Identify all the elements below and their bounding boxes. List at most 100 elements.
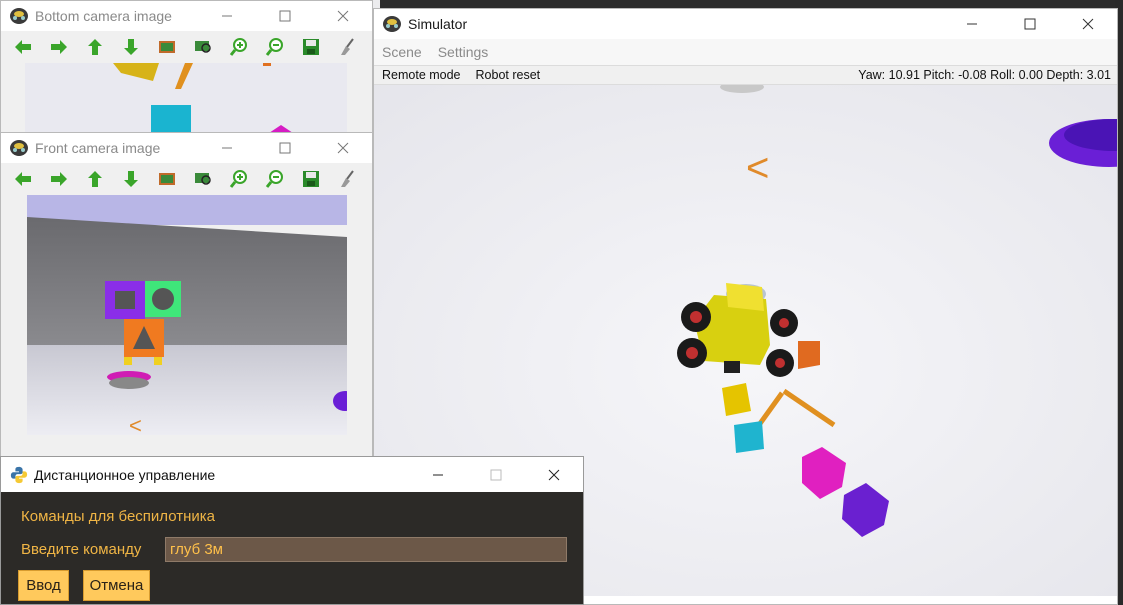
- maximize-icon: [279, 142, 291, 154]
- cancel-button[interactable]: Отмена: [83, 570, 150, 601]
- minimize-button[interactable]: [198, 133, 256, 163]
- clear-button[interactable]: [329, 164, 365, 194]
- orange-cube: [798, 341, 820, 369]
- drone-app-icon: [10, 140, 28, 156]
- zoom-out-button[interactable]: [257, 164, 293, 194]
- remote-control-dialog: Дистанционное управление Команды для бес…: [0, 456, 584, 605]
- remote-mode-button[interactable]: Remote mode: [382, 68, 461, 82]
- arrow-right-icon: [51, 40, 67, 54]
- pan-left-button[interactable]: [5, 32, 41, 62]
- window-title: Front camera image: [35, 140, 161, 156]
- close-button[interactable]: [314, 1, 372, 31]
- yellow-cube: [722, 383, 751, 416]
- minimize-icon: [222, 147, 232, 149]
- dialog-titlebar[interactable]: Дистанционное управление: [1, 457, 583, 492]
- minimize-icon: [433, 474, 443, 475]
- window-title: Simulator: [408, 16, 468, 32]
- arrow-right-icon: [51, 172, 67, 186]
- minimize-icon: [967, 23, 977, 25]
- arrow-down-icon: [124, 171, 138, 187]
- python-app-icon: [10, 466, 28, 483]
- bottom-camera-view: [25, 63, 347, 139]
- zoom-out-button[interactable]: [257, 32, 293, 62]
- scene-chevron-marker: <: [129, 413, 142, 435]
- zoom-out-icon: [265, 38, 283, 56]
- maximize-icon: [490, 469, 502, 480]
- maximize-button[interactable]: [256, 133, 314, 163]
- zoom-fit-icon: [195, 173, 211, 185]
- minimize-button[interactable]: [409, 457, 467, 492]
- close-icon: [337, 142, 349, 154]
- zoom-in-button[interactable]: [221, 164, 257, 194]
- maximize-button: [467, 457, 525, 492]
- image-button[interactable]: [149, 164, 185, 194]
- window-title: Дистанционное управление: [34, 466, 216, 483]
- bottom-camera-toolbar: [1, 31, 372, 63]
- pan-right-button[interactable]: [41, 164, 77, 194]
- pan-up-button[interactable]: [77, 32, 113, 62]
- dialog-heading: Команды для беспилотника: [21, 508, 215, 525]
- zoom-fit-button[interactable]: [185, 164, 221, 194]
- arrow-left-icon: [15, 172, 31, 186]
- drone-app-icon: [10, 8, 28, 24]
- save-icon: [303, 171, 319, 187]
- clear-button[interactable]: [329, 32, 365, 62]
- command-label: Введите команду: [21, 541, 142, 558]
- minimize-button[interactable]: [943, 9, 1001, 39]
- arrow-left-icon: [15, 40, 31, 54]
- front-camera-window: Front camera image <: [0, 132, 373, 462]
- simulator-titlebar[interactable]: Simulator: [374, 9, 1117, 39]
- image-icon: [159, 41, 175, 53]
- robot-reset-button[interactable]: Robot reset: [476, 68, 541, 82]
- close-button[interactable]: [314, 133, 372, 163]
- window-title: Bottom camera image: [35, 8, 172, 24]
- maximize-button[interactable]: [1001, 9, 1059, 39]
- image-icon: [159, 173, 175, 185]
- drone-app-icon: [383, 16, 401, 32]
- save-button[interactable]: [293, 32, 329, 62]
- zoom-in-icon: [229, 38, 247, 56]
- minimize-icon: [222, 15, 232, 17]
- pan-up-button[interactable]: [77, 164, 113, 194]
- front-camera-view: <: [27, 195, 347, 435]
- bottom-camera-titlebar[interactable]: Bottom camera image: [1, 1, 372, 31]
- command-input[interactable]: [165, 537, 567, 562]
- close-icon: [337, 10, 349, 22]
- scene-chevron-marker: <: [746, 146, 769, 190]
- save-icon: [303, 39, 319, 55]
- arrow-up-icon: [88, 171, 102, 187]
- telemetry-readout: Yaw: 10.91 Pitch: -0.08 Roll: 0.00 Depth…: [858, 68, 1111, 82]
- close-button[interactable]: [525, 457, 583, 492]
- menu-settings[interactable]: Settings: [438, 44, 489, 60]
- clear-icon: [341, 38, 354, 55]
- maximize-icon: [1024, 18, 1036, 30]
- close-icon: [548, 469, 560, 480]
- maximize-button[interactable]: [256, 1, 314, 31]
- clear-icon: [341, 170, 354, 187]
- pan-down-button[interactable]: [113, 32, 149, 62]
- close-icon: [1082, 18, 1094, 30]
- close-button[interactable]: [1059, 9, 1117, 39]
- arrow-down-icon: [124, 39, 138, 55]
- image-button[interactable]: [149, 32, 185, 62]
- arrow-up-icon: [88, 39, 102, 55]
- front-camera-toolbar: [1, 163, 372, 195]
- simulator-statusbar: Remote mode Robot reset Yaw: 10.91 Pitch…: [374, 65, 1117, 85]
- submit-button[interactable]: Ввод: [18, 570, 69, 601]
- zoom-in-button[interactable]: [221, 32, 257, 62]
- menu-scene[interactable]: Scene: [382, 44, 422, 60]
- zoom-fit-button[interactable]: [185, 32, 221, 62]
- front-camera-titlebar[interactable]: Front camera image: [1, 133, 372, 163]
- pan-left-button[interactable]: [5, 164, 41, 194]
- pan-down-button[interactable]: [113, 164, 149, 194]
- minimize-button[interactable]: [198, 1, 256, 31]
- zoom-in-icon: [229, 170, 247, 188]
- zoom-out-icon: [265, 170, 283, 188]
- maximize-icon: [279, 10, 291, 22]
- pan-right-button[interactable]: [41, 32, 77, 62]
- zoom-fit-icon: [195, 41, 211, 53]
- cyan-cube: [734, 421, 764, 453]
- simulator-menubar: Scene Settings: [374, 39, 1117, 65]
- bottom-camera-window: Bottom camera image: [0, 0, 373, 140]
- save-button[interactable]: [293, 164, 329, 194]
